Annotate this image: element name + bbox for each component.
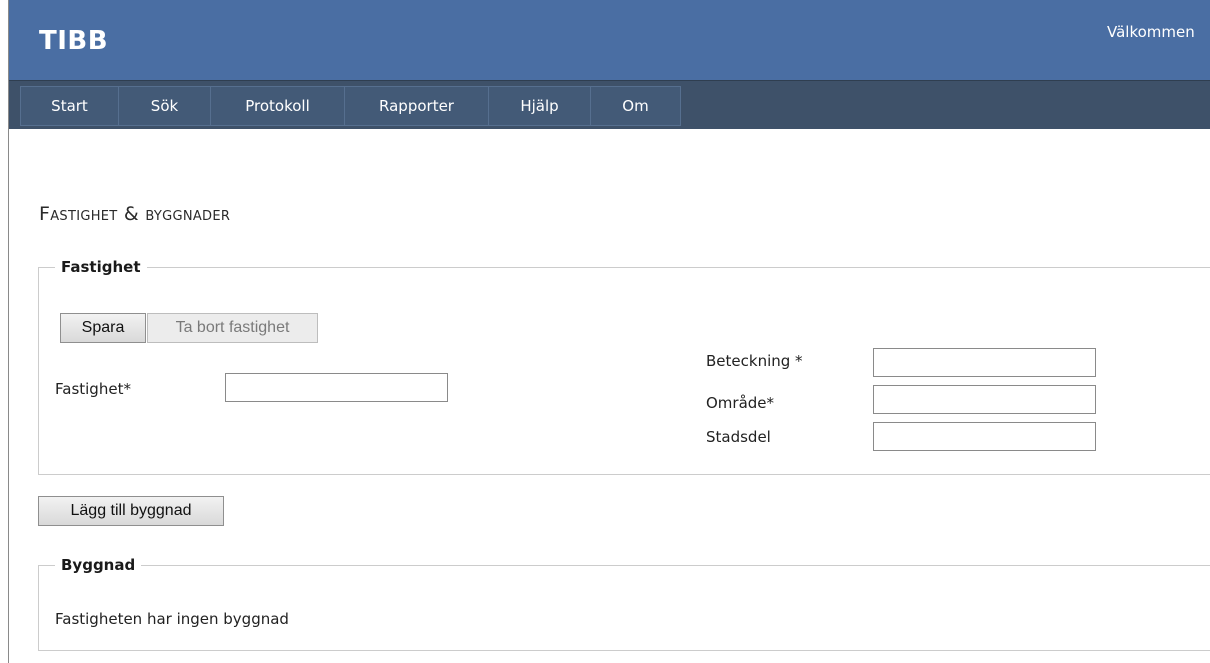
nav-item-om[interactable]: Om <box>590 86 681 126</box>
main-nav: Start Sök Protokoll Rapporter Hjälp Om <box>9 80 1210 129</box>
nav-list: Start Sök Protokoll Rapporter Hjälp Om <box>20 86 681 126</box>
fastighet-legend: Fastighet <box>61 258 141 276</box>
omrade-label: Område* <box>706 394 775 412</box>
nav-item-hjalp[interactable]: Hjälp <box>488 86 590 126</box>
stadsdel-label: Stadsdel <box>706 428 771 446</box>
nav-item-sok[interactable]: Sök <box>118 86 210 126</box>
delete-fastighet-button[interactable]: Ta bort fastighet <box>147 313 318 343</box>
stadsdel-input[interactable] <box>873 422 1096 451</box>
fastighet-input[interactable] <box>225 373 448 402</box>
app-header: TIBB Välkommen <box>9 0 1210 80</box>
nav-item-start[interactable]: Start <box>20 86 118 126</box>
fastighet-label: Fastighet* <box>55 380 131 398</box>
save-button[interactable]: Spara <box>60 313 146 343</box>
app-title: TIBB <box>39 26 109 56</box>
no-building-message: Fastigheten har ingen byggnad <box>55 610 289 628</box>
add-building-button[interactable]: Lägg till byggnad <box>38 496 224 526</box>
nav-item-rapporter[interactable]: Rapporter <box>344 86 488 126</box>
page: TIBB Välkommen Start Sök Protokoll Rappo… <box>8 0 1210 663</box>
omrade-input[interactable] <box>873 385 1096 414</box>
beteckning-input[interactable] <box>873 348 1096 377</box>
page-title: Fastighet & byggnader <box>39 203 231 225</box>
byggnad-legend: Byggnad <box>61 556 136 574</box>
byggnad-fieldset: Byggnad <box>38 556 1210 651</box>
beteckning-label: Beteckning * <box>706 352 803 370</box>
nav-item-protokoll[interactable]: Protokoll <box>210 86 344 126</box>
welcome-text: Välkommen <box>1107 23 1195 41</box>
